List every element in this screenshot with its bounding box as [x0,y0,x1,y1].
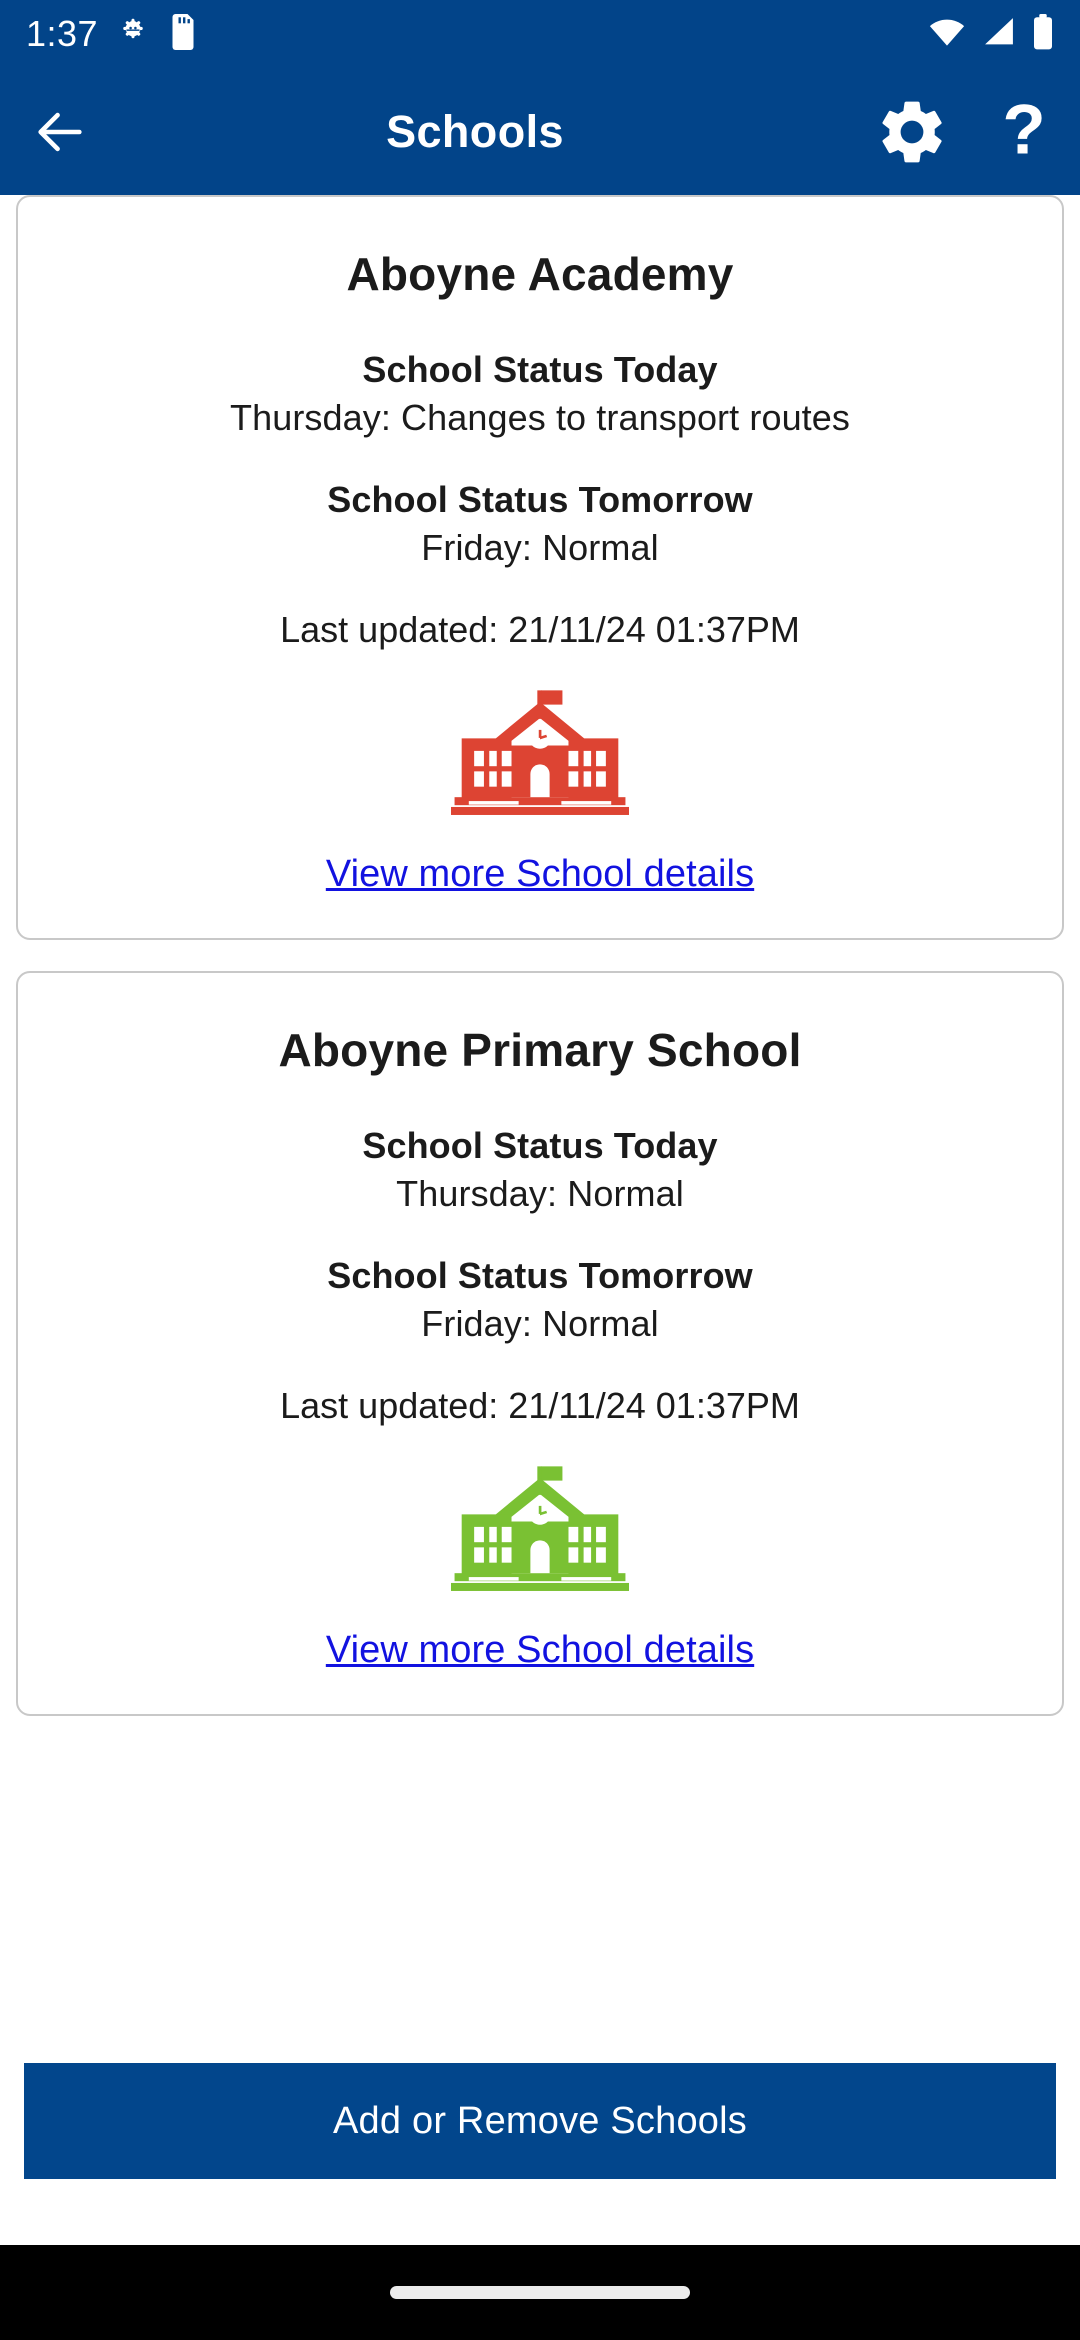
battery-icon [1032,13,1054,55]
home-gesture-handle[interactable] [390,2286,690,2299]
school-building-icon [38,685,1042,815]
schools-list: Aboyne Academy School Status Today Thurs… [0,195,1080,1747]
status-today-value: Thursday: Normal [396,1173,684,1214]
status-bar-left: 1:37 [26,13,198,55]
status-tomorrow-heading: School Status Tomorrow [327,479,753,520]
wifi-icon [928,15,966,54]
last-updated-text: Last updated: 21/11/24 01:37PM [280,609,800,650]
add-remove-schools-button[interactable]: Add or Remove Schools [24,2063,1056,2179]
school-name: Aboyne Academy [346,248,734,300]
app-screen: 1:37 Schools ? Aboyne Academy School Sta… [0,0,1080,2340]
question-mark-icon: ? [1002,95,1045,169]
status-today-heading: School Status Today [362,1125,718,1166]
help-button[interactable]: ? [968,95,1080,169]
status-tomorrow-heading: School Status Tomorrow [327,1255,753,1296]
school-card[interactable]: Aboyne Primary School School Status Toda… [16,971,1064,1716]
settings-button[interactable] [856,94,968,170]
status-bar-right [928,13,1054,55]
school-building-icon [38,1461,1042,1591]
back-arrow-icon [38,112,82,151]
school-name: Aboyne Primary School [278,1024,802,1076]
status-today-value: Thursday: Changes to transport routes [229,397,851,438]
android-debug-icon [116,15,150,54]
status-tomorrow-value: Friday: Normal [421,527,659,568]
svg-text:?: ? [1002,95,1045,169]
status-bar-clock: 1:37 [26,13,99,54]
sd-card-icon [168,13,198,55]
status-bar: 1:37 [0,0,1080,68]
cellular-signal-icon [982,15,1016,54]
school-card[interactable]: Aboyne Academy School Status Today Thurs… [16,195,1064,940]
status-tomorrow-value: Friday: Normal [421,1303,659,1344]
last-updated-text: Last updated: 21/11/24 01:37PM [280,1385,800,1426]
app-bar: Schools ? [0,68,1080,195]
view-school-details-link[interactable]: View more School details [326,1629,754,1672]
status-today-heading: School Status Today [362,349,718,390]
page-title: Schools [386,105,564,157]
gear-icon [882,101,942,162]
system-navigation-bar [0,2245,1080,2340]
view-school-details-link[interactable]: View more School details [326,853,754,896]
